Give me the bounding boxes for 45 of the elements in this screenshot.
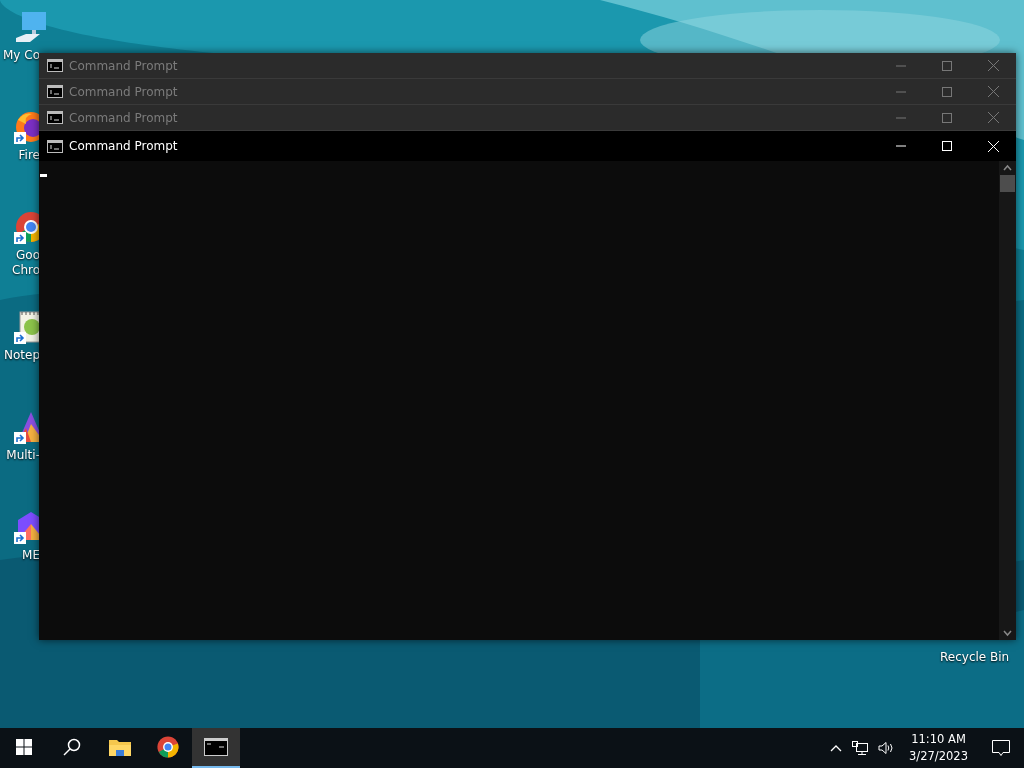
windows-logo-icon — [16, 739, 32, 755]
network-icon — [852, 741, 869, 755]
terminal-icon — [47, 111, 63, 124]
icon-label: Chro — [11, 263, 40, 278]
window-title: Command Prompt — [69, 58, 179, 73]
terminal-icon — [47, 139, 63, 153]
maximize-icon — [942, 60, 952, 71]
scrollbar-thumb[interactable] — [1000, 175, 1015, 192]
search-icon — [63, 738, 81, 756]
chrome-icon — [156, 735, 180, 759]
shortcut-arrow-icon — [14, 332, 26, 344]
icon-label: Goo — [15, 248, 40, 263]
speaker-icon — [878, 741, 895, 755]
maximize-icon — [942, 112, 952, 123]
close-icon — [987, 140, 999, 152]
clock[interactable]: 11:10 AM 3/27/2023 — [899, 731, 978, 765]
shortcut-arrow-icon — [14, 532, 26, 544]
taskbar-button[interactable] — [192, 728, 240, 768]
terminal-icon — [204, 738, 228, 756]
shortcut-arrow-icon — [14, 432, 26, 444]
window-title: Command Prompt — [69, 84, 179, 99]
terminal-icon — [47, 85, 63, 98]
shortcut-arrow-icon — [14, 232, 26, 244]
close-icon — [987, 60, 999, 71]
terminal-icon — [47, 59, 63, 72]
text-cursor — [40, 174, 47, 177]
close-icon — [987, 86, 999, 97]
speech-bubble-icon — [992, 739, 1010, 757]
caret-up-icon — [830, 744, 843, 752]
close-icon — [987, 112, 999, 123]
maximize-icon — [942, 141, 952, 151]
icon-label: ME — [21, 548, 40, 563]
maximize-icon — [942, 86, 952, 97]
icon-label: Notep — [2, 348, 40, 363]
shortcut-arrow-icon — [14, 132, 26, 144]
computer-icon — [14, 10, 48, 44]
icon-label: Recycle Bin — [940, 650, 1010, 664]
icon-label: My Co — [2, 48, 40, 63]
date-text: 3/27/2023 — [909, 748, 968, 765]
window-title: Command Prompt — [69, 139, 179, 153]
window-title: Command Prompt — [69, 110, 179, 125]
icon-label: Fire — [17, 148, 40, 163]
folder-icon — [109, 738, 131, 756]
time-text: 11:10 AM — [911, 731, 966, 748]
icon-label: Multi- — [5, 448, 40, 463]
